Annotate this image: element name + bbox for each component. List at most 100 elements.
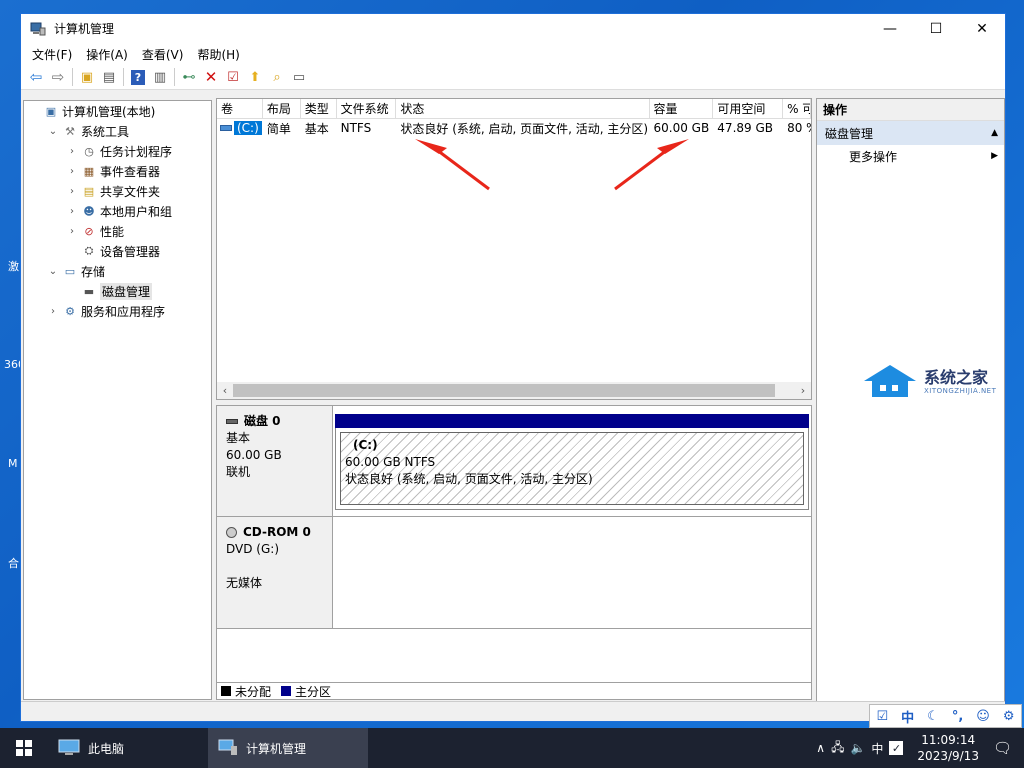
red-arrow-head-right — [657, 139, 689, 154]
tree-item[interactable]: › ⊘ 性能 — [24, 221, 211, 241]
find-button[interactable]: ⌕ — [266, 67, 288, 87]
windows-logo-icon — [16, 740, 32, 756]
horizontal-scrollbar[interactable]: ‹ › — [217, 382, 811, 399]
chevron-right-icon[interactable]: › — [66, 226, 78, 237]
tree-item[interactable]: › ⚙ 服务和应用程序 — [24, 301, 211, 321]
properties-button[interactable]: ☑ — [222, 67, 244, 87]
start-button[interactable] — [0, 728, 48, 768]
tree-item-label: 共享文件夹 — [100, 184, 161, 199]
show-hide-action-button[interactable]: ▥ — [149, 67, 171, 87]
watermark-sub: XITONGZHIJIA.NET — [924, 387, 997, 395]
tree-item[interactable]: ⌄ ▭ 存储 — [24, 261, 211, 281]
connect-button[interactable]: ⊷ — [178, 67, 200, 87]
legend-primary: 主分区 — [295, 684, 332, 699]
legend: 未分配 主分区 — [216, 682, 812, 700]
back-button[interactable]: ⇦ — [25, 67, 47, 87]
chevron-right-icon[interactable]: › — [66, 206, 78, 217]
taskbar-computer-management[interactable]: 计算机管理 — [208, 728, 368, 768]
punctuation-icon[interactable]: °, — [952, 709, 963, 724]
cdrom-type: DVD (G:) — [226, 542, 279, 556]
col-header-status[interactable]: 状态 — [396, 99, 650, 118]
actions-section-disk-management[interactable]: 磁盘管理 ▲ — [817, 121, 1004, 145]
volume-icon[interactable]: 🔈 — [850, 741, 865, 755]
user-icon[interactable]: ☺ — [976, 709, 990, 724]
menu-action[interactable]: 操作(A) — [79, 46, 135, 63]
tree-item[interactable]: ⛭ 设备管理器 — [24, 241, 211, 261]
cdrom-0-label[interactable]: CD-ROM 0 DVD (G:) 无媒体 — [217, 517, 333, 628]
col-header-layout[interactable]: 布局 — [263, 99, 301, 118]
menu-file[interactable]: 文件(F) — [25, 46, 79, 63]
cdrom-state: 无媒体 — [226, 576, 263, 590]
disk-state: 联机 — [226, 465, 251, 479]
ime-checkbox-icon[interactable]: ☑ — [877, 709, 889, 724]
col-header-free-space[interactable]: 可用空间 — [713, 99, 784, 118]
export-button[interactable]: ⬆ — [244, 67, 266, 87]
device-manager-icon: ⛭ — [84, 244, 94, 257]
maximize-button[interactable]: ☐ — [913, 14, 959, 43]
tree-item[interactable]: ▬ 磁盘管理 — [24, 281, 211, 301]
ime-chinese-mode[interactable]: 中 — [901, 707, 914, 726]
close-button[interactable]: ✕ — [959, 14, 1005, 43]
chevron-down-icon[interactable]: ⌄ — [47, 126, 59, 137]
this-pc-icon — [58, 739, 80, 755]
tree-item[interactable]: ⌄ ⚒ 系统工具 — [24, 121, 211, 141]
scroll-right-icon[interactable]: › — [795, 384, 811, 397]
col-header-capacity[interactable]: 容量 — [650, 99, 714, 118]
help-icon: ? — [131, 69, 145, 85]
menu-view[interactable]: 查看(V) — [135, 46, 191, 63]
title-bar[interactable]: 计算机管理 — ☐ ✕ — [21, 14, 1005, 43]
chevron-down-icon[interactable]: ⌄ — [47, 266, 59, 277]
tray-ime[interactable]: 中 — [871, 740, 883, 757]
desktop-icon-label[interactable]: 合 — [8, 555, 19, 571]
chevron-right-icon[interactable]: › — [66, 166, 78, 177]
taskbar-this-pc[interactable]: 此电脑 — [48, 728, 208, 768]
more-actions-label: 更多操作 — [849, 149, 898, 164]
moon-icon[interactable]: ☾ — [927, 709, 939, 724]
scrollbar-thumb[interactable] — [233, 384, 775, 397]
tree-item[interactable]: › ◷ 任务计划程序 — [24, 141, 211, 161]
delete-button[interactable]: ✕ — [200, 67, 222, 87]
network-icon[interactable]: 🖧 — [831, 738, 844, 759]
up-level-button[interactable]: ▣ — [76, 67, 98, 87]
col-header-volume[interactable]: 卷 — [217, 99, 263, 118]
tree-item[interactable]: › ☻ 本地用户和组 — [24, 201, 211, 221]
tree-item-label: 本地用户和组 — [100, 204, 173, 219]
settings-button[interactable]: ▭ — [288, 67, 310, 87]
notification-icon[interactable]: 🗨 — [993, 739, 1012, 757]
col-header-type[interactable]: 类型 — [301, 99, 337, 118]
arrow-left-icon: ⇦ — [29, 68, 43, 86]
minimize-button[interactable]: — — [867, 14, 913, 43]
show-hide-tree-button[interactable]: ▤ — [98, 67, 120, 87]
watermark-title: 系统之家 — [924, 368, 989, 387]
more-actions[interactable]: 更多操作 ▶ — [817, 145, 1004, 167]
tree-item-label: 存储 — [81, 264, 106, 279]
tree-item[interactable]: › ▤ 共享文件夹 — [24, 181, 211, 201]
chevron-right-icon[interactable]: › — [66, 186, 78, 197]
clock[interactable]: 11:09:14 2023/9/13 — [917, 732, 979, 764]
primary-partition-bar — [335, 414, 809, 428]
partition-status: 状态良好 (系统, 启动, 页面文件, 活动, 主分区) — [345, 472, 593, 486]
gear-icon[interactable]: ⚙ — [1003, 709, 1015, 724]
computer-mgmt-icon — [30, 22, 46, 35]
toolbar-separator — [174, 68, 175, 86]
filesystem-cell: NTFS — [340, 121, 372, 135]
ime-check-icon[interactable]: ✓ — [889, 741, 904, 755]
partition-c[interactable]: (C:) 60.00 GB NTFS 状态良好 (系统, 启动, 页面文件, 活… — [335, 414, 809, 510]
menu-help[interactable]: 帮助(H) — [190, 46, 246, 63]
tree-item[interactable]: ▣ 计算机管理(本地) — [24, 101, 211, 121]
col-header-percent-free[interactable]: % 可 — [783, 99, 811, 118]
main-content: ▣ 计算机管理(本地) ⌄ ⚒ 系统工具 › ◷ 任务计划程序 › ▦ 事件查看器 › ▤ 共享文件夹 › ☻… — [21, 98, 1005, 702]
chevron-right-icon[interactable]: › — [66, 146, 78, 157]
desktop-icon-label[interactable]: 激 — [8, 258, 19, 274]
desktop-icon-label[interactable]: M — [8, 457, 18, 470]
forward-button[interactable]: ⇨ — [47, 67, 69, 87]
tree-item[interactable]: › ▦ 事件查看器 — [24, 161, 211, 181]
scroll-left-icon[interactable]: ‹ — [217, 384, 233, 397]
tree-item-label: 性能 — [100, 224, 125, 239]
collapse-up-icon[interactable]: ▲ — [991, 128, 998, 138]
col-header-filesystem[interactable]: 文件系统 — [337, 99, 397, 118]
chevron-up-icon[interactable]: ∧ — [816, 741, 825, 755]
chevron-right-icon[interactable]: › — [47, 306, 59, 317]
disk-0-label[interactable]: 磁盘 0 基本 60.00 GB 联机 — [217, 406, 333, 516]
help-button[interactable]: ? — [127, 67, 149, 87]
